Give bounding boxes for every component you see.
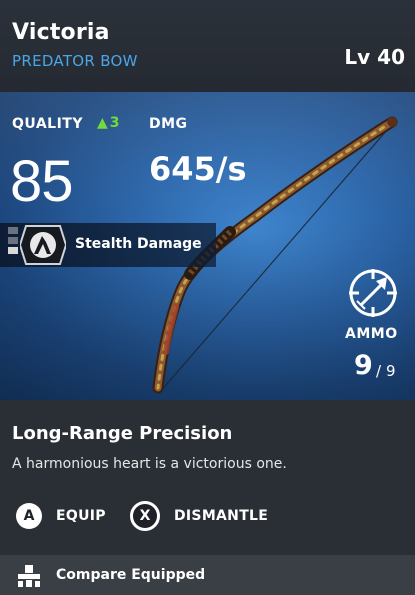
dismantle-button[interactable]: X DISMANTLE — [130, 497, 268, 535]
perk-label: Stealth Damage — [75, 236, 202, 252]
quality-increase-value: 3 — [109, 115, 120, 131]
equip-button[interactable]: A EQUIP — [16, 497, 106, 535]
perk-tier-bar — [8, 227, 18, 234]
damage-value: 645/s — [149, 150, 247, 188]
quality-value: 85 — [10, 149, 74, 214]
perk-row[interactable]: Stealth Damage — [0, 223, 216, 267]
description-panel: Long-Range Precision A harmonious heart … — [0, 400, 415, 555]
ammo-separator: / — [376, 362, 382, 380]
perk-description: A harmonious heart is a victorious one. — [12, 456, 287, 472]
perk-tier-bar — [8, 247, 18, 254]
crosshair-arrow-icon — [349, 269, 397, 317]
weapon-showcase: QUALITY ▲3 85 DMG 645/s Stealth Damage — [0, 92, 415, 400]
item-level: Lv 40 — [344, 45, 405, 69]
quality-increase: ▲ 3 — [97, 115, 120, 131]
a-button-icon: A — [16, 503, 42, 529]
perk-tier-bar — [8, 237, 18, 244]
item-type: PREDATOR BOW — [12, 52, 138, 70]
quality-label: QUALITY — [12, 116, 83, 132]
damage-label: DMG — [149, 116, 188, 132]
perk-title: Long-Range Precision — [12, 423, 233, 444]
ammo-current: 9 — [354, 350, 373, 381]
compare-icon — [18, 565, 40, 587]
compare-equipped-label: Compare Equipped — [56, 567, 206, 583]
ammo-max: 9 — [386, 362, 396, 380]
arrow-up-icon: ▲ — [97, 115, 108, 131]
x-button-icon: X — [130, 501, 160, 531]
dismantle-label: DISMANTLE — [174, 508, 269, 524]
perk-tier-bars — [8, 227, 18, 257]
compare-equipped-button[interactable]: Compare Equipped — [0, 555, 415, 595]
item-name: Victoria — [12, 20, 110, 45]
weapon-card: Victoria PREDATOR BOW Lv 40 QUALITY ▲ 3 8… — [0, 0, 415, 595]
ammo-label: AMMO — [345, 326, 398, 342]
card-header: Victoria PREDATOR BOW Lv 40 — [0, 0, 415, 92]
equip-label: EQUIP — [56, 508, 106, 524]
stealth-damage-icon — [20, 225, 66, 265]
